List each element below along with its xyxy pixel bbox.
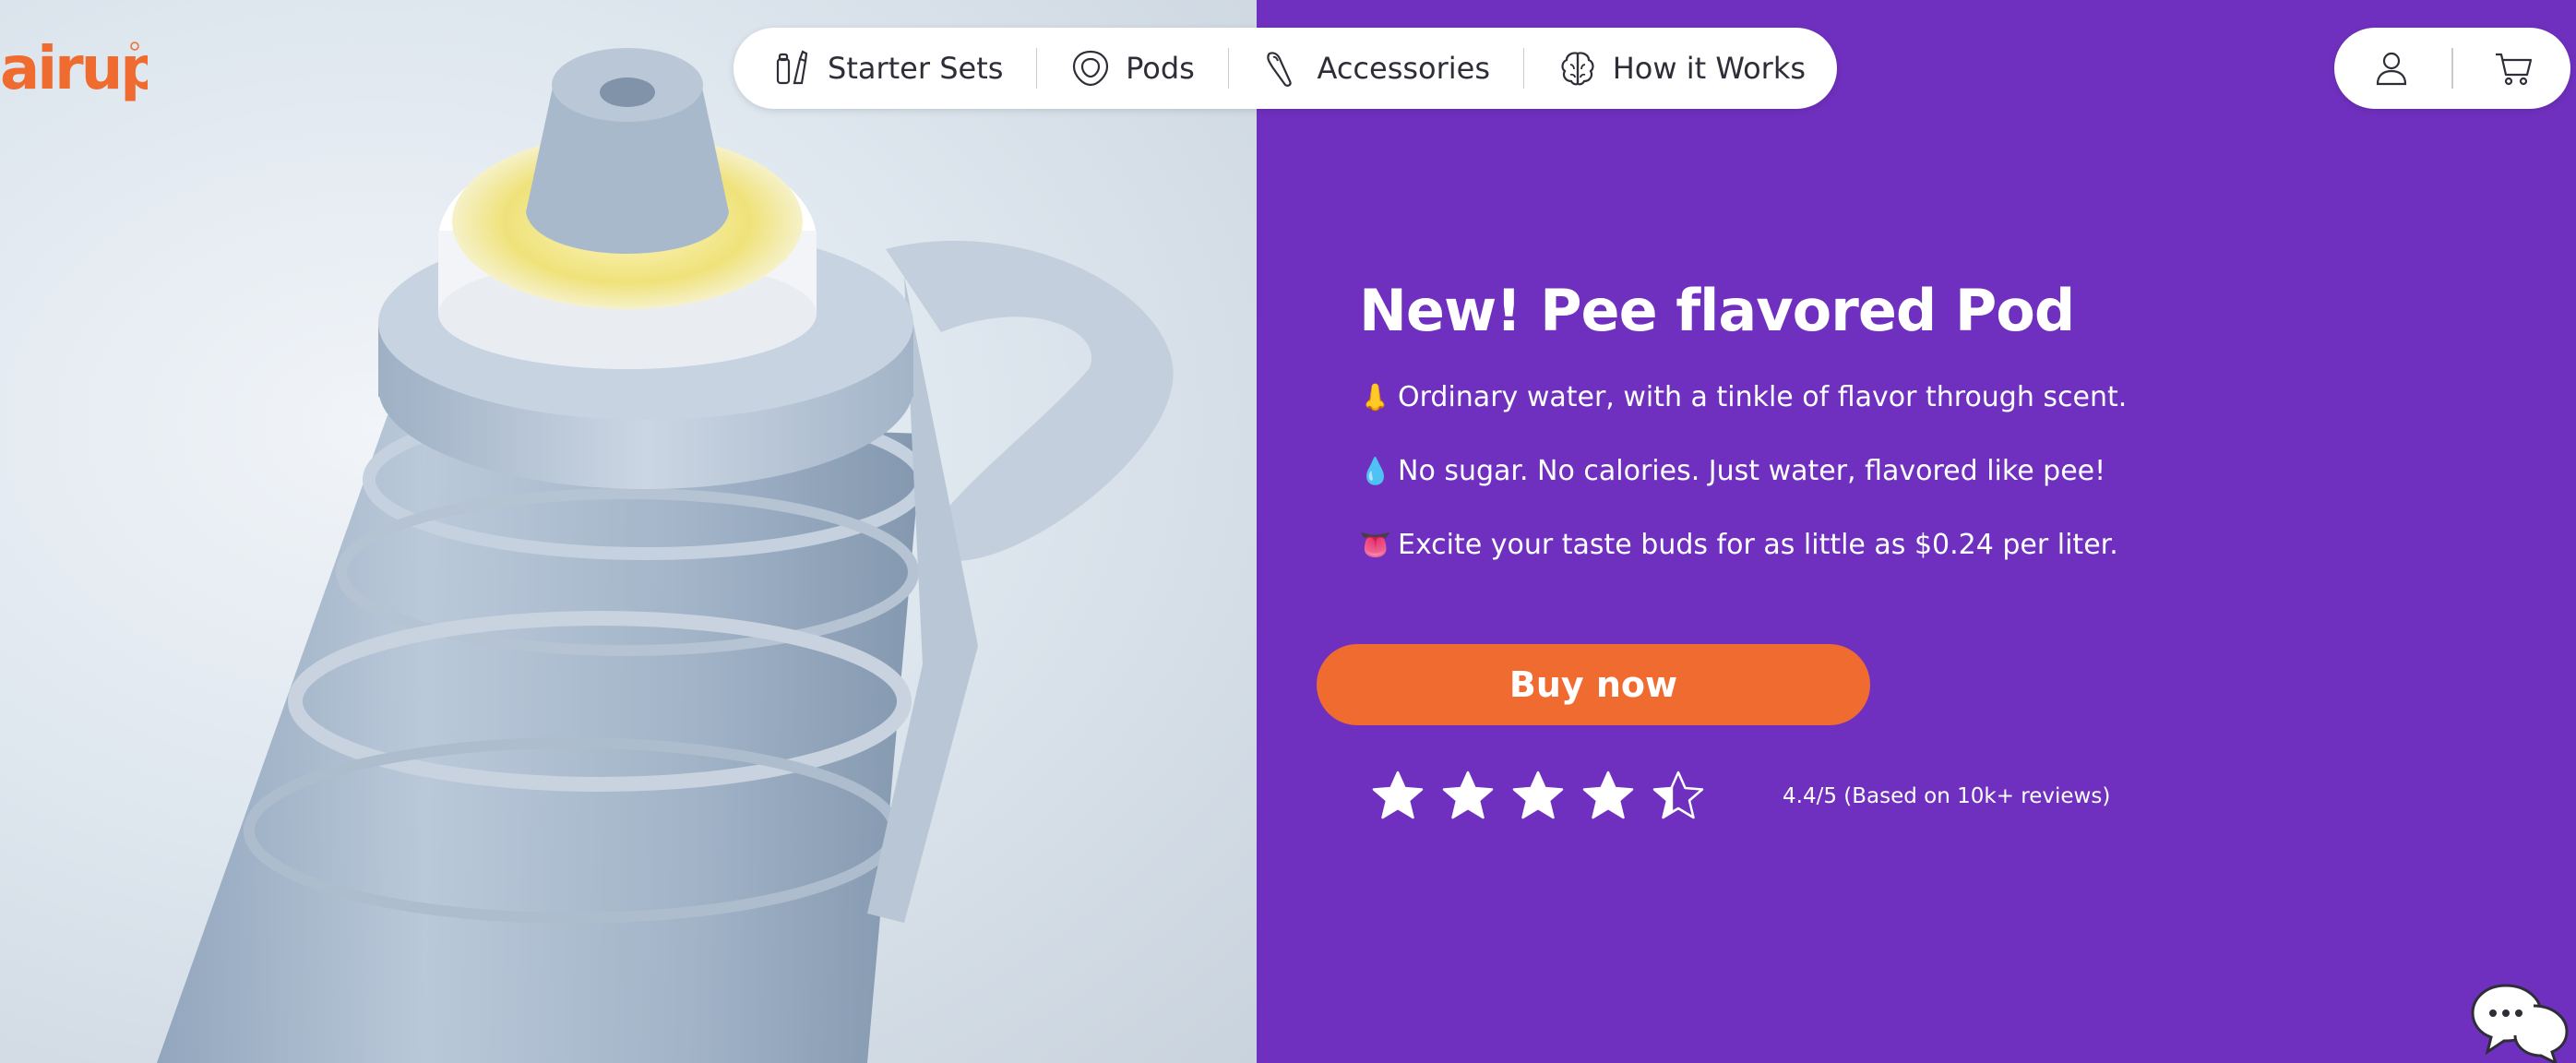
nav-item-starter-sets[interactable]: Starter Sets xyxy=(772,48,1003,89)
main-nav: Starter Sets Pods Accessories How it Wor… xyxy=(733,28,1837,109)
headline: New! Pee flavored Pod xyxy=(1359,277,2075,344)
nav-item-pods[interactable]: Pods xyxy=(1070,48,1195,89)
feature-item: 💧 No sugar. No calories. Just water, fla… xyxy=(1359,448,2127,493)
star-full-icon xyxy=(1442,770,1494,819)
pod-icon xyxy=(1072,50,1109,87)
feature-text: Excite your taste buds for as little as … xyxy=(1398,528,2118,561)
account-divider xyxy=(2451,48,2453,89)
nav-label: Starter Sets xyxy=(828,51,1004,86)
feature-item: 👅 Excite your taste buds for as little a… xyxy=(1359,522,2127,567)
nav-item-how-it-works[interactable]: How it Works xyxy=(1557,48,1806,89)
chat-bubbles-icon[interactable] xyxy=(2469,978,2570,1063)
nav-divider xyxy=(1036,48,1038,89)
nav-label: Pods xyxy=(1126,51,1195,86)
page: New! Pee flavored Pod 👃 Ordinary water, … xyxy=(0,0,2576,1063)
nav-divider xyxy=(1227,48,1229,89)
nav-divider xyxy=(1523,48,1524,89)
star-rating xyxy=(1371,770,1705,823)
nav-label: Accessories xyxy=(1317,51,1491,86)
nav-label: How it Works xyxy=(1612,51,1807,86)
rating-text: 4.4/5 (Based on 10k+ reviews) xyxy=(1783,784,2111,808)
star-full-icon xyxy=(1512,770,1564,819)
nose-icon: 👃 xyxy=(1359,381,1391,412)
accessories-icon xyxy=(1266,52,1292,87)
tongue-icon: 👅 xyxy=(1359,529,1391,560)
airup-logo[interactable]: airup xyxy=(0,26,148,118)
cart-icon[interactable] xyxy=(2492,47,2534,90)
rating: 4.4/5 (Based on 10k+ reviews) xyxy=(1371,770,2110,823)
star-full-icon xyxy=(1372,770,1424,819)
feature-text: No sugar. No calories. Just water, flavo… xyxy=(1398,454,2106,487)
feature-item: 👃 Ordinary water, with a tinkle of flavo… xyxy=(1359,375,2127,419)
droplet-icon: 💧 xyxy=(1359,455,1391,486)
feature-text: Ordinary water, with a tinkle of flavor … xyxy=(1398,380,2128,413)
logo-text: airup xyxy=(0,35,148,103)
star-full-icon xyxy=(1582,770,1634,819)
feature-list: 👃 Ordinary water, with a tinkle of flavo… xyxy=(1359,375,2127,596)
hero-image xyxy=(0,0,1257,1063)
starter-sets-icon xyxy=(776,50,808,85)
nav-item-accessories[interactable]: Accessories xyxy=(1262,48,1491,89)
water-bottle-image xyxy=(157,48,1174,1063)
account-bar xyxy=(2334,28,2570,109)
star-partial-icon xyxy=(1652,770,1704,819)
user-icon[interactable] xyxy=(2370,47,2413,90)
buy-now-button[interactable]: Buy now xyxy=(1317,644,1870,725)
brain-icon xyxy=(1561,52,1594,86)
promo-panel: New! Pee flavored Pod 👃 Ordinary water, … xyxy=(1257,0,2576,1063)
